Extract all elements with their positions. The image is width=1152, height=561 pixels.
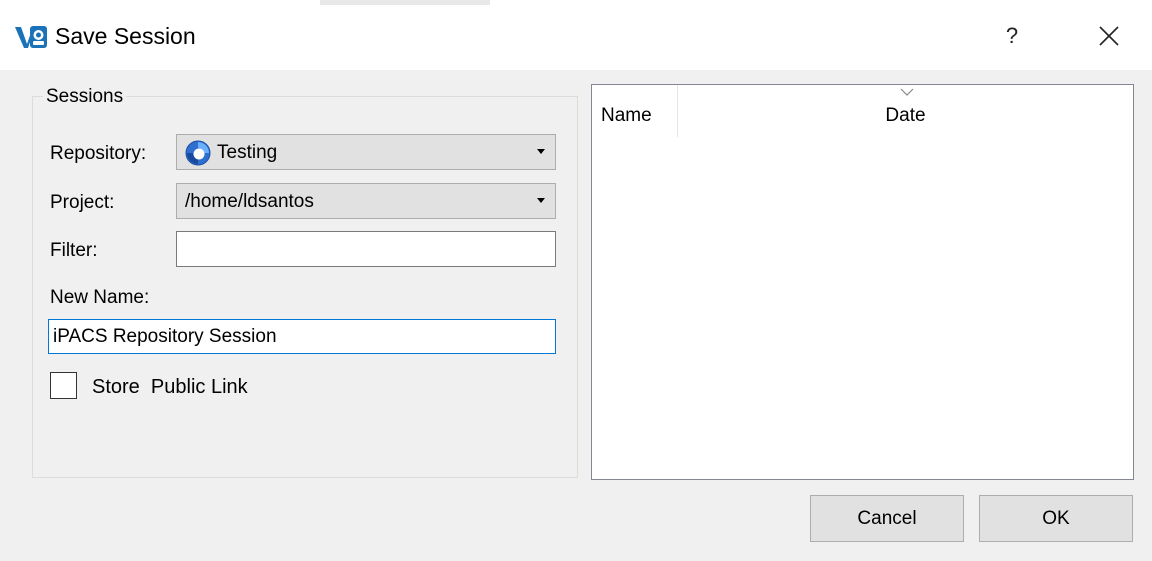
background-window-edge bbox=[320, 0, 490, 5]
project-combobox[interactable]: /home/ldsantos bbox=[176, 183, 556, 219]
repository-value: Testing bbox=[217, 142, 278, 163]
store-public-link-label[interactable]: Store Public Link bbox=[92, 375, 248, 399]
column-header-date[interactable]: Date bbox=[678, 85, 1133, 137]
sessions-group-title: Sessions bbox=[43, 86, 127, 108]
chevron-down-icon bbox=[537, 149, 545, 154]
cancel-button[interactable]: Cancel bbox=[810, 495, 964, 542]
window-title: Save Session bbox=[55, 23, 196, 49]
project-label: Project: bbox=[50, 192, 115, 213]
project-value: /home/ldsantos bbox=[185, 191, 314, 212]
filter-label: Filter: bbox=[50, 240, 98, 261]
help-button[interactable]: ? bbox=[992, 18, 1032, 54]
repository-combobox[interactable]: Testing bbox=[176, 134, 556, 170]
filter-input[interactable] bbox=[176, 231, 556, 267]
title-bar: Save Session ? bbox=[0, 0, 1152, 70]
store-public-link-checkbox[interactable] bbox=[50, 372, 77, 399]
new-name-label: New Name: bbox=[50, 287, 150, 308]
column-header-date-label: Date bbox=[885, 105, 926, 126]
sort-descending-icon bbox=[900, 88, 914, 96]
new-name-input[interactable]: iPACS Repository Session bbox=[48, 319, 556, 354]
repository-label: Repository: bbox=[50, 143, 147, 164]
column-header-name-label: Name bbox=[601, 105, 652, 126]
chevron-down-icon bbox=[537, 198, 545, 203]
column-header-name[interactable]: Name bbox=[592, 85, 678, 137]
vsee-app-icon bbox=[15, 26, 47, 48]
sessions-table[interactable]: Name Date bbox=[591, 84, 1134, 480]
save-session-dialog: Save Session ? Sessions Repository: Test… bbox=[0, 0, 1152, 561]
ok-button[interactable]: OK bbox=[979, 495, 1133, 542]
repository-icon bbox=[185, 140, 211, 166]
close-icon[interactable] bbox=[1085, 16, 1131, 56]
